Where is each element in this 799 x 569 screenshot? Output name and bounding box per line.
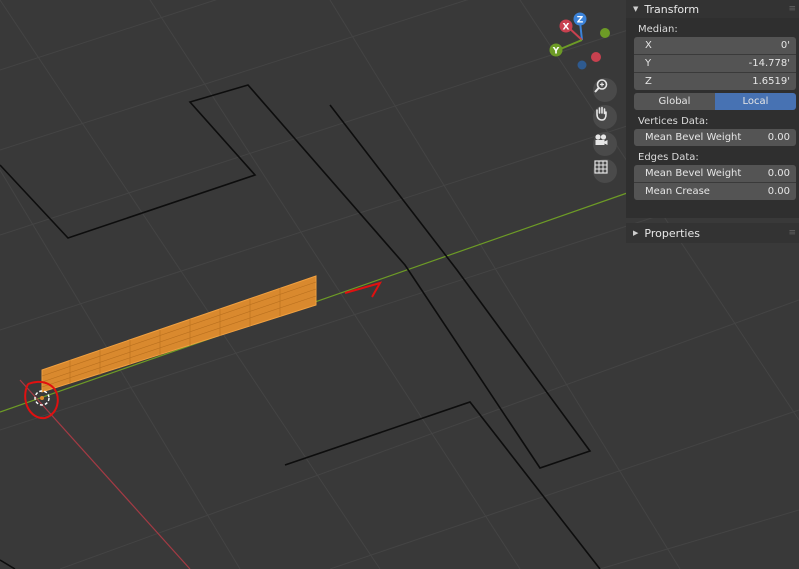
median-x-value: 0' <box>780 40 790 51</box>
median-z-label: Z <box>645 76 652 87</box>
median-label: Median: <box>638 24 678 35</box>
properties-panel-title: Properties <box>644 226 700 240</box>
reference-outlines <box>0 84 601 569</box>
median-y-field[interactable]: Y -14.778' <box>634 55 796 73</box>
edge-mean-crease-value: 0.00 <box>767 186 790 197</box>
vertices-data-label: Vertices Data: <box>638 116 709 127</box>
median-z-field[interactable]: Z 1.6519' <box>634 73 796 90</box>
hand-pan-icon <box>596 106 607 121</box>
selected-mesh[interactable] <box>41 275 317 393</box>
median-y-value: -14.778' <box>748 58 790 69</box>
drag-grip-icon[interactable]: ≡ <box>788 228 795 238</box>
triangle-expanded-icon: ▼ <box>633 5 639 13</box>
median-y-label: Y <box>645 58 652 69</box>
drag-grip-icon[interactable]: ≡ <box>788 4 795 14</box>
vertex-mean-bevel-weight-value: 0.00 <box>767 132 790 143</box>
gizmo-z-label: Z <box>577 16 584 26</box>
sidebar-panel: ▼ Transform ≡ Median: X 0' Y -14.778' Z … <box>626 0 799 243</box>
median-fields: X 0' Y -14.778' Z 1.6519' <box>634 37 796 90</box>
camera-icon <box>595 134 608 145</box>
zoom-button[interactable] <box>593 78 617 102</box>
zoom-icon <box>594 79 608 93</box>
camera-button[interactable] <box>593 132 617 156</box>
median-x-label: X <box>645 40 652 51</box>
3d-cursor[interactable] <box>34 390 50 406</box>
triangle-collapsed-icon: ▶ <box>633 229 639 237</box>
properties-panel-header[interactable]: ▶ Properties ≡ <box>626 223 799 243</box>
coordinate-space-toggle: Global Local <box>634 93 796 110</box>
vertex-mean-bevel-weight-field[interactable]: Mean Bevel Weight 0.00 <box>634 129 796 146</box>
global-button[interactable]: Global <box>634 93 715 110</box>
view-grid-button[interactable] <box>593 159 617 183</box>
gizmo-y-label: Y <box>552 47 560 57</box>
median-x-field[interactable]: X 0' <box>634 37 796 55</box>
x-axis-line <box>19 379 191 569</box>
vertex-mean-bevel-weight-label: Mean Bevel Weight <box>645 132 742 143</box>
transform-panel-title: Transform <box>644 2 700 16</box>
local-button[interactable]: Local <box>715 93 796 110</box>
edges-data-fields: Mean Bevel Weight 0.00 Mean Crease 0.00 <box>634 165 796 200</box>
transform-panel-header[interactable]: ▼ Transform ≡ <box>626 0 799 18</box>
median-z-value: 1.6519' <box>752 76 790 87</box>
pan-button[interactable] <box>593 105 617 129</box>
edge-mean-bevel-weight-value: 0.00 <box>767 168 790 179</box>
vertices-data-fields: Mean Bevel Weight 0.00 <box>634 129 796 146</box>
edge-mean-bevel-weight-field[interactable]: Mean Bevel Weight 0.00 <box>634 165 796 183</box>
properties-panel: ▶ Properties ≡ <box>626 223 799 243</box>
edge-mean-crease-field[interactable]: Mean Crease 0.00 <box>634 183 796 200</box>
edges-data-label: Edges Data: <box>638 152 699 163</box>
gizmo-x-label: X <box>563 23 570 33</box>
edge-mean-bevel-weight-label: Mean Bevel Weight <box>645 168 742 179</box>
grid-view-icon <box>594 160 608 174</box>
navigation-gizmo[interactable]: Z X Y <box>549 12 611 70</box>
edge-mean-crease-label: Mean Crease <box>645 186 710 197</box>
transform-panel: ▼ Transform ≡ Median: X 0' Y -14.778' Z … <box>626 0 799 218</box>
